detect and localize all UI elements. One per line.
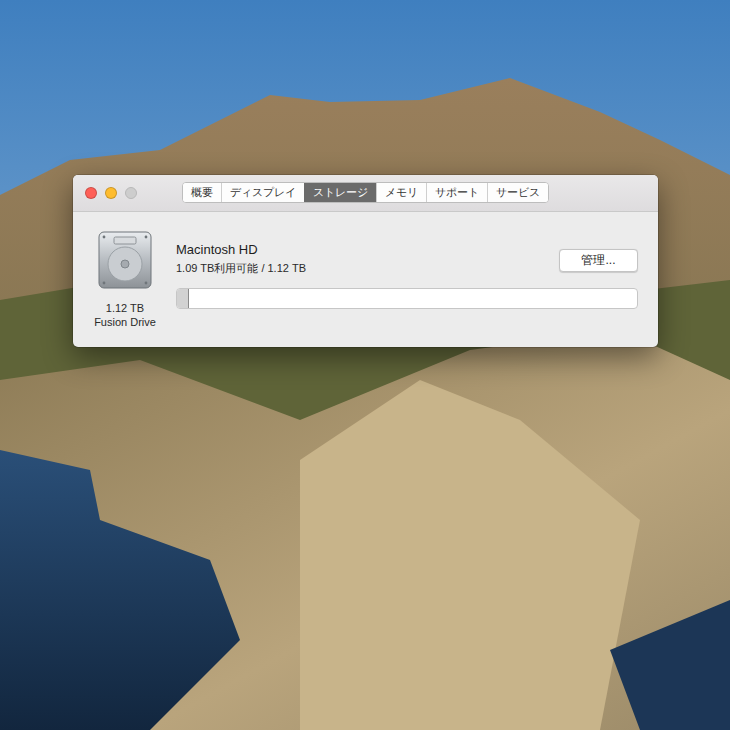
close-button[interactable]: [85, 187, 97, 199]
desktop: 概要ディスプレイストレージメモリサポートサービス 1.12 TB Fusion …: [0, 0, 730, 730]
storage-bar: [176, 288, 638, 309]
tab[interactable]: ディスプレイ: [221, 183, 304, 202]
disk-capacity: 1.12 TB: [106, 301, 144, 315]
tab[interactable]: メモリ: [376, 183, 426, 202]
tab[interactable]: サポート: [426, 183, 487, 202]
hard-drive-icon: [97, 230, 153, 290]
about-window: 概要ディスプレイストレージメモリサポートサービス 1.12 TB Fusion …: [73, 175, 658, 347]
disk-info: 1.12 TB Fusion Drive: [80, 230, 170, 329]
storage-panel: 1.12 TB Fusion Drive Macintosh HD 1.09 T…: [73, 212, 658, 345]
volume-info: Macintosh HD 1.09 TB利用可能 / 1.12 TB 管理...: [176, 230, 638, 329]
wallpaper: [0, 0, 730, 730]
minimize-button[interactable]: [105, 187, 117, 199]
manage-button[interactable]: 管理...: [559, 249, 638, 272]
title-bar: 概要ディスプレイストレージメモリサポートサービス: [73, 175, 658, 212]
window-controls: [85, 187, 137, 199]
storage-used-fill: [177, 289, 189, 308]
tab[interactable]: サービス: [487, 183, 548, 202]
zoom-button: [125, 187, 137, 199]
tab[interactable]: ストレージ: [304, 183, 376, 202]
volume-name: Macintosh HD: [176, 242, 306, 257]
tab-bar: 概要ディスプレイストレージメモリサポートサービス: [182, 182, 549, 203]
disk-type: Fusion Drive: [94, 315, 156, 329]
volume-summary: 1.09 TB利用可能 / 1.12 TB: [176, 261, 306, 276]
tab[interactable]: 概要: [183, 183, 221, 202]
